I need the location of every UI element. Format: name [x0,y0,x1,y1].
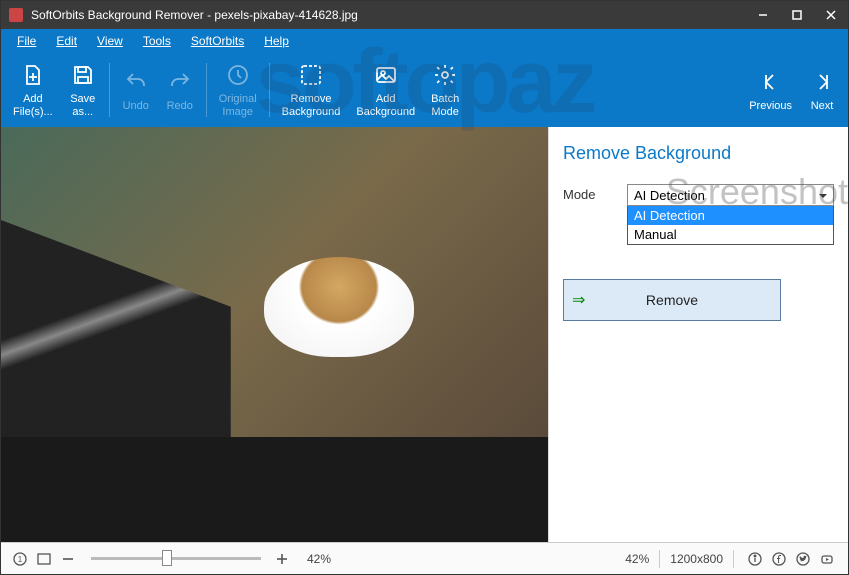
minimize-button[interactable] [746,1,780,29]
image-dimensions: 1200x800 [670,552,723,566]
run-arrow-icon: ⇒ [572,290,585,310]
zoom-slider-thumb[interactable] [162,550,172,566]
previous-icon [759,68,783,96]
mode-option-ai[interactable]: AI Detection [628,206,833,225]
remove-bg-icon [299,61,323,89]
maximize-button[interactable] [780,1,814,29]
zoom-out-button[interactable] [57,548,79,570]
zoom-percent-left: 42% [307,552,331,566]
previous-button[interactable]: Previous [741,64,800,117]
youtube-button[interactable] [816,548,838,570]
menu-softorbits[interactable]: SoftOrbits [181,31,254,51]
mode-option-manual[interactable]: Manual [628,225,833,244]
add-background-button[interactable]: Add Background [348,57,423,122]
facebook-button[interactable] [768,548,790,570]
add-bg-icon [374,61,398,89]
image-canvas[interactable] [1,127,548,542]
mode-select[interactable]: AI Detection [627,184,834,206]
batch-mode-button[interactable]: Batch Mode [423,57,467,122]
app-icon [9,7,25,23]
undo-button: Undo [114,64,158,117]
original-image-button: Original Image [211,57,265,122]
content-area: Remove Background Mode AI Detection AI D… [1,127,848,542]
remove-button[interactable]: ⇒ Remove [563,279,781,321]
zoom-in-button[interactable] [271,548,293,570]
toolbar-separator [269,63,270,117]
toolbar: Add File(s)... Save as... Undo Redo Orig… [1,53,848,127]
mode-dropdown: AI Detection Manual [627,205,834,245]
save-as-button[interactable]: Save as... [61,57,105,122]
add-file-icon [21,61,45,89]
batch-icon [433,61,457,89]
side-panel: Remove Background Mode AI Detection AI D… [548,127,848,542]
menu-help[interactable]: Help [254,31,299,51]
zoom-percent-right: 42% [625,552,649,566]
add-files-button[interactable]: Add File(s)... [5,57,61,122]
mode-label: Mode [563,184,627,202]
redo-icon [168,68,192,96]
info-button[interactable] [744,548,766,570]
menu-tools[interactable]: Tools [133,31,181,51]
menu-edit[interactable]: Edit [46,31,87,51]
twitter-button[interactable] [792,548,814,570]
fit-screen-button[interactable] [33,548,55,570]
panel-title: Remove Background [563,143,834,164]
window-title: SoftOrbits Background Remover - pexels-p… [31,8,746,22]
toolbar-separator [109,63,110,117]
next-button[interactable]: Next [800,64,844,117]
remove-background-button[interactable]: Remove Background [274,57,349,122]
menubar: File Edit View Tools SoftOrbits Help [1,29,848,53]
loaded-image [1,127,548,437]
menu-file[interactable]: File [7,31,46,51]
toolbar-separator [206,63,207,117]
close-button[interactable] [814,1,848,29]
statusbar: 1 42% 42% 1200x800 [1,542,848,574]
svg-text:1: 1 [18,555,23,564]
next-icon [810,68,834,96]
save-icon [71,61,95,89]
redo-button: Redo [158,64,202,117]
titlebar: SoftOrbits Background Remover - pexels-p… [1,1,848,29]
zoom-slider[interactable] [91,557,261,560]
original-image-icon [226,61,250,89]
zoom-actual-button[interactable]: 1 [9,548,31,570]
menu-view[interactable]: View [87,31,133,51]
undo-icon [124,68,148,96]
